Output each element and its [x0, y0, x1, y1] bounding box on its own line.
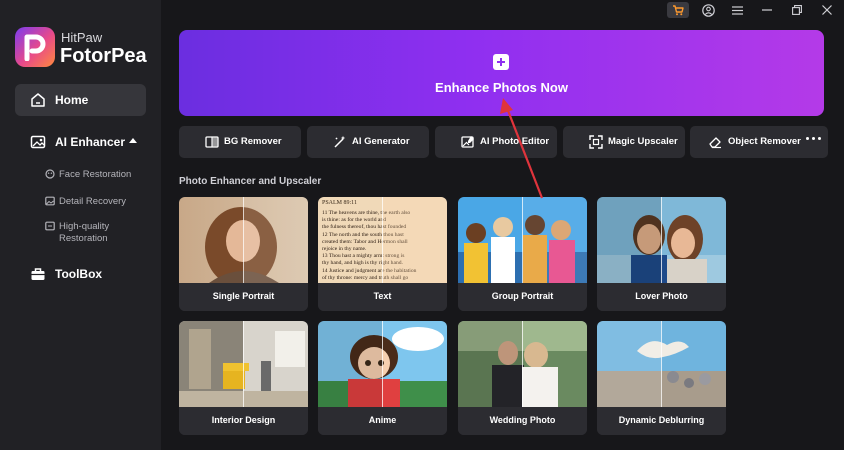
more-options-icon[interactable]	[806, 137, 821, 140]
card-label: Group Portrait	[458, 283, 587, 311]
app-logo	[15, 27, 55, 67]
face-icon	[45, 169, 55, 179]
before-after-divider	[382, 197, 383, 283]
card-interior-design[interactable]: Interior Design	[179, 321, 308, 435]
home-icon	[31, 93, 45, 107]
interior-design-thumbnail	[179, 321, 308, 407]
restore-button[interactable]	[786, 2, 808, 18]
cart-icon	[673, 4, 684, 15]
enhance-photos-button[interactable]: Enhance Photos Now	[179, 30, 824, 116]
card-group-portrait[interactable]: Group Portrait	[458, 197, 587, 311]
before-after-divider	[522, 197, 523, 283]
tool-label: BG Remover	[224, 136, 282, 147]
tool-label: AI Photo Editor	[480, 136, 550, 147]
before-after-divider	[661, 321, 662, 407]
ai-generator-button[interactable]: AI Generator	[307, 126, 429, 158]
chevron-up-icon[interactable]	[129, 138, 137, 143]
card-lover-photo[interactable]: Lover Photo	[597, 197, 726, 311]
account-button[interactable]	[697, 2, 719, 18]
sidebar-subitem-label-line1: High-quality	[59, 221, 110, 232]
before-after-divider	[243, 321, 244, 407]
card-single-portrait[interactable]: Single Portrait	[179, 197, 308, 311]
tool-label: Magic Upscaler	[608, 136, 678, 147]
sidebar-subitem-label: Face Restoration	[59, 169, 132, 180]
hamburger-icon	[731, 5, 743, 15]
sidebar-item-toolbox[interactable]: ToolBox	[15, 258, 146, 290]
before-after-divider	[382, 321, 383, 407]
text-thumbnail: PSALM 89:11 11 The heavens are thine, th…	[318, 197, 447, 283]
enhance-photos-label: Enhance Photos Now	[435, 80, 568, 95]
card-label: Lover Photo	[597, 283, 726, 311]
anime-thumbnail	[318, 321, 447, 407]
lover-photo-thumbnail	[597, 197, 726, 283]
card-label: Dynamic Deblurring	[597, 407, 726, 435]
card-dynamic-deblurring[interactable]: Dynamic Deblurring	[597, 321, 726, 435]
sidebar-subitem-label-line2: Restoration	[59, 233, 108, 244]
upscale-icon	[589, 135, 603, 149]
sidebar-item-label: AI Enhancer	[55, 135, 126, 149]
bg-remover-icon	[205, 136, 219, 148]
close-icon	[822, 5, 832, 15]
before-after-divider	[522, 321, 523, 407]
card-anime[interactable]: Anime	[318, 321, 447, 435]
cart-button[interactable]	[667, 2, 689, 18]
image-icon	[45, 196, 55, 206]
close-button[interactable]	[816, 2, 838, 18]
plus-icon	[493, 54, 509, 70]
object-remover-button[interactable]: Object Remover	[690, 126, 828, 158]
bg-remover-button[interactable]: BG Remover	[179, 126, 301, 158]
ai-enhancer-icon	[30, 135, 46, 149]
menu-button[interactable]	[726, 2, 748, 18]
tool-label: Object Remover	[728, 136, 801, 147]
sidebar: HitPaw FotorPea Home AI Enhancer Face Re…	[0, 0, 161, 450]
magic-upscaler-button[interactable]: Magic Upscaler	[563, 126, 685, 158]
minimize-button[interactable]	[756, 2, 778, 18]
tool-label: AI Generator	[352, 136, 410, 147]
wedding-photo-thumbnail	[458, 321, 587, 407]
restore-icon	[792, 5, 802, 15]
card-text[interactable]: PSALM 89:11 11 The heavens are thine, th…	[318, 197, 447, 311]
card-wedding-photo[interactable]: Wedding Photo	[458, 321, 587, 435]
before-after-divider	[243, 197, 244, 283]
minimize-icon	[762, 9, 772, 11]
dynamic-deblurring-thumbnail	[597, 321, 726, 407]
card-label: Text	[318, 283, 447, 311]
brand-top: HitPaw	[61, 30, 103, 45]
magic-wand-icon	[334, 135, 346, 148]
hq-icon	[45, 221, 55, 231]
single-portrait-thumbnail	[179, 197, 308, 283]
card-label: Wedding Photo	[458, 407, 587, 435]
toolbox-icon	[31, 268, 45, 280]
sidebar-subitem-label: Detail Recovery	[59, 196, 127, 207]
before-after-divider	[661, 197, 662, 283]
sidebar-item-home[interactable]: Home	[15, 84, 146, 116]
sidebar-item-label: Home	[55, 93, 89, 107]
eraser-icon	[709, 137, 721, 149]
card-label: Interior Design	[179, 407, 308, 435]
section-title: Photo Enhancer and Upscaler	[179, 176, 322, 187]
text-sample-heading: PSALM 89:11	[322, 200, 357, 206]
user-icon	[701, 3, 715, 17]
brand-name: FotorPea	[60, 45, 147, 67]
sidebar-item-ai-enhancer[interactable]: AI Enhancer	[15, 126, 146, 158]
group-portrait-thumbnail	[458, 197, 587, 283]
photo-edit-icon	[461, 136, 474, 148]
card-label: Single Portrait	[179, 283, 308, 311]
ai-photo-editor-button[interactable]: AI Photo Editor	[435, 126, 557, 158]
card-label: Anime	[318, 407, 447, 435]
sidebar-item-label: ToolBox	[55, 267, 103, 281]
